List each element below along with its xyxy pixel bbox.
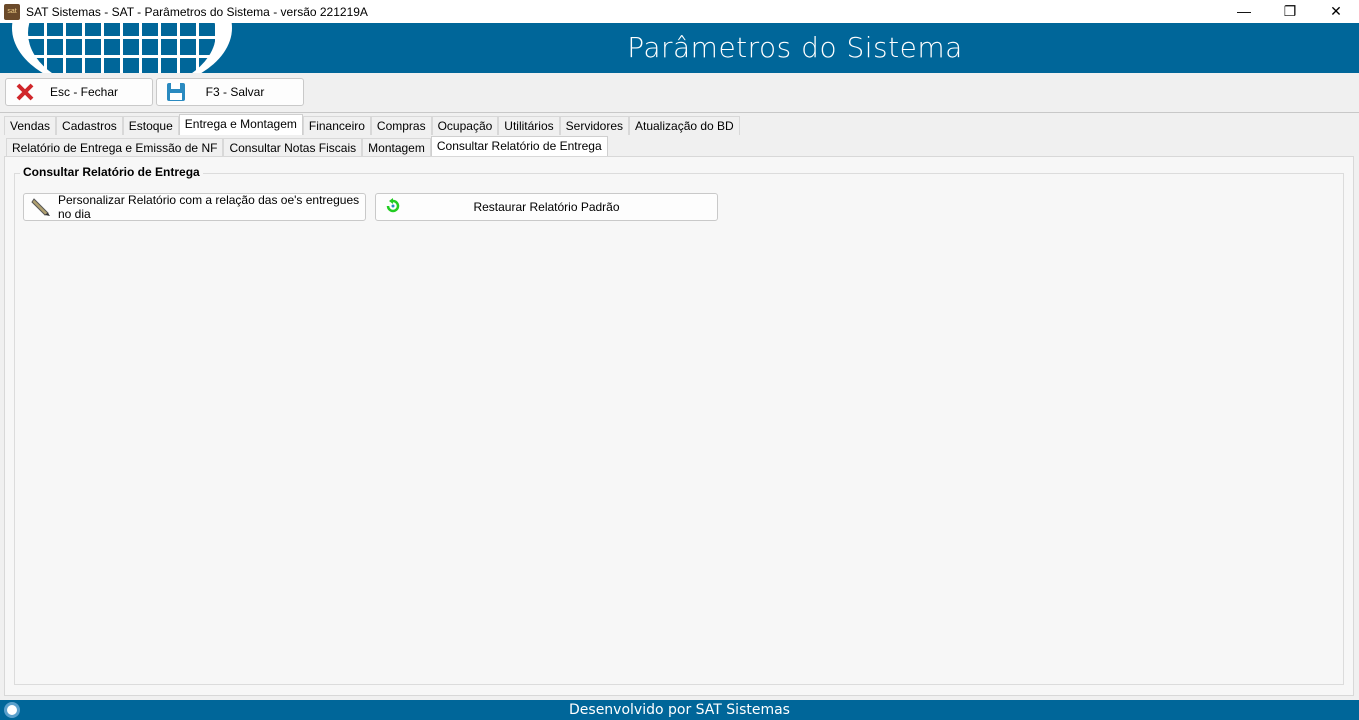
subtab-relatorio-entrega-nf[interactable]: Relatório de Entrega e Emissão de NF	[6, 138, 224, 157]
minimize-button[interactable]: —	[1221, 0, 1267, 23]
footer: Desenvolvido por SAT Sistemas	[0, 700, 1359, 720]
restore-icon	[384, 197, 402, 218]
tab-atualizacao-bd[interactable]: Atualização do BD	[629, 116, 740, 135]
close-x-icon	[14, 81, 36, 103]
tab-panel: Consultar Relatório de Entrega Personali…	[4, 156, 1354, 696]
floppy-disk-icon	[165, 81, 187, 103]
subtab-consultar-relatorio[interactable]: Consultar Relatório de Entrega	[430, 136, 608, 157]
sub-tabs: Relatório de Entrega e Emissão de NF Con…	[6, 136, 608, 157]
window-title: SAT Sistemas - SAT - Parâmetros do Siste…	[26, 4, 368, 19]
globe-icon	[4, 702, 20, 718]
subtab-montagem[interactable]: Montagem	[362, 138, 431, 157]
customize-report-label: Personalizar Relatório com a relação das…	[58, 193, 360, 221]
main-tabs: Vendas Cadastros Estoque Entrega e Monta…	[4, 114, 740, 135]
save-button-label: F3 - Salvar	[205, 85, 265, 99]
close-button-label: Esc - Fechar	[49, 85, 118, 99]
tab-financeiro[interactable]: Financeiro	[302, 116, 371, 135]
footer-text: Desenvolvido por SAT Sistemas	[569, 702, 790, 718]
tab-vendas[interactable]: Vendas	[4, 116, 57, 135]
close-window-button[interactable]: ✕	[1313, 0, 1359, 23]
tab-entrega-montagem[interactable]: Entrega e Montagem	[178, 114, 303, 135]
customize-report-button[interactable]: Personalizar Relatório com a relação das…	[23, 193, 366, 221]
tab-servidores[interactable]: Servidores	[559, 116, 629, 135]
tab-utilitarios[interactable]: Utilitários	[498, 116, 560, 135]
group-title: Consultar Relatório de Entrega	[20, 165, 203, 179]
tab-estoque[interactable]: Estoque	[122, 116, 179, 135]
save-button[interactable]: F3 - Salvar	[156, 78, 304, 106]
subtab-consultar-notas[interactable]: Consultar Notas Fiscais	[223, 138, 363, 157]
consultar-relatorio-group: Consultar Relatório de Entrega Personali…	[14, 165, 1344, 685]
toolbar: Esc - Fechar F3 - Salvar	[0, 73, 1359, 113]
restore-report-label: Restaurar Relatório Padrão	[473, 200, 620, 214]
header-banner: Parâmetros do Sistema	[0, 23, 1359, 73]
pen-icon	[30, 195, 52, 220]
close-button[interactable]: Esc - Fechar	[5, 78, 153, 106]
maximize-button[interactable]: ❐	[1267, 0, 1313, 23]
page-title: Parâmetros do Sistema	[627, 31, 963, 64]
title-bar: sat SAT Sistemas - SAT - Parâmetros do S…	[0, 0, 1359, 23]
app-icon: sat	[4, 3, 20, 20]
tab-ocupacao[interactable]: Ocupação	[431, 116, 499, 135]
tab-cadastros[interactable]: Cadastros	[56, 116, 123, 135]
tab-compras[interactable]: Compras	[370, 116, 432, 135]
restore-report-button[interactable]: Restaurar Relatório Padrão	[375, 193, 718, 221]
